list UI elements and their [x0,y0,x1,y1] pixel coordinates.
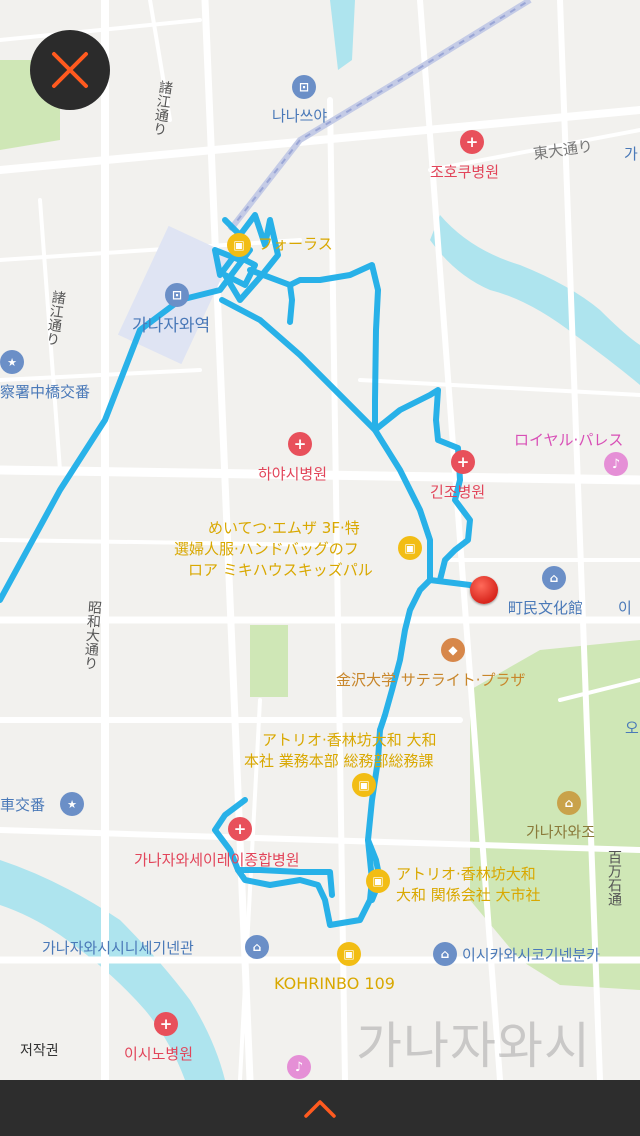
label-meitetsu-2: 選婦人服·ハンドバッグのフ [174,540,359,558]
hospital-icon[interactable]: + [228,817,252,841]
hospital-icon[interactable]: + [460,130,484,154]
label-meitetsu-3: ロア ミキハウスキッズパル [188,561,373,579]
police-icon[interactable]: ★ [60,792,84,816]
shopping-bag-icon[interactable]: ▣ [352,773,376,797]
train-station-icon[interactable]: ⊡ [292,75,316,99]
label-koban-left: 車交番 [0,796,46,814]
hospital-icon[interactable]: + [288,432,312,456]
label-kanazawa-station: 가나자와역 [132,316,211,336]
label-hyakumangoku: 百万石通 [606,850,622,906]
label-forus: フォーラス [258,235,333,253]
label-royal-place: ロイヤル·パレス [514,431,624,449]
label-seirei-hospital: 가나자와세이레이종합병원 [134,851,300,869]
label-shinise-kinenkan: 가나자와시시니세기넨관 [42,939,194,957]
label-police-box: 察署中橋交番 [0,383,91,401]
music-venue-icon[interactable]: ♪ [287,1055,311,1079]
label-kohrinbo: KOHRINBO 109 [274,974,395,993]
copyright-link[interactable]: 저작권 [20,1040,59,1060]
expand-button[interactable] [290,1088,350,1128]
label-kinjo-hospital: 긴조병원 [430,483,486,501]
hospital-icon[interactable]: + [451,450,475,474]
train-station-icon[interactable]: ⊡ [165,283,189,307]
label-chomin-suffix: 이 [618,599,632,617]
chevron-up-icon [304,1100,336,1118]
label-atorio-1: アトリオ·香林坊大和 大和 [262,731,437,749]
bottom-bar [0,1080,640,1136]
institution-icon[interactable]: ⌂ [542,566,566,590]
close-button[interactable] [30,30,110,110]
label-ishino-hospital: 이시노병원 [124,1045,194,1063]
institution-icon[interactable]: ⌂ [433,942,457,966]
city-watermark: 가나자와시 [356,1017,591,1075]
label-right-cut-1: 가 [624,145,638,163]
label-right-cut-2: 오 [625,719,639,737]
shopping-bag-icon[interactable]: ▣ [398,536,422,560]
label-ishikawa-kinen: 이시카와시코기넨분카 [462,946,601,964]
label-nanasuya: 나나쓰야 [272,107,328,125]
police-icon[interactable]: ★ [0,350,24,374]
map-view[interactable]: ⊡ + ▣ ⊡ ★ + ♪ + ▣ ⌂ ◆ ▣ ★ ⌂ + ▣ ⌂ ⌂ ▣ + … [0,0,640,1080]
hospital-icon[interactable]: + [154,1012,178,1036]
label-atorio-4: 大和 関係会社 大市社 [396,886,541,904]
shopping-bag-icon[interactable]: ▣ [227,233,251,257]
label-atorio-2: 本社 業務本部 総務部総務課 [244,752,434,770]
music-venue-icon[interactable]: ♪ [604,452,628,476]
close-icon [52,52,88,88]
label-chomin-bunkakan: 町民文化館 [508,599,584,617]
shopping-bag-icon[interactable]: ▣ [366,869,390,893]
label-jochu-hospital: 조호쿠병원 [430,163,500,181]
label-hayashi-hospital: 하야시병원 [258,465,328,483]
castle-icon[interactable]: ⌂ [557,791,581,815]
location-pin-icon[interactable] [470,576,498,604]
shopping-bag-icon[interactable]: ▣ [337,942,361,966]
label-atorio-3: アトリオ·香林坊大和 [396,865,536,883]
label-univ-satellite: 金沢大学 サテライト·プラザ [336,671,526,689]
education-icon[interactable]: ◆ [441,638,465,662]
label-meitetsu-1: めいてつ·エムザ 3F·特 [208,519,360,537]
institution-icon[interactable]: ⌂ [245,935,269,959]
label-kanazawa-castle: 가나자와조 [526,823,596,841]
